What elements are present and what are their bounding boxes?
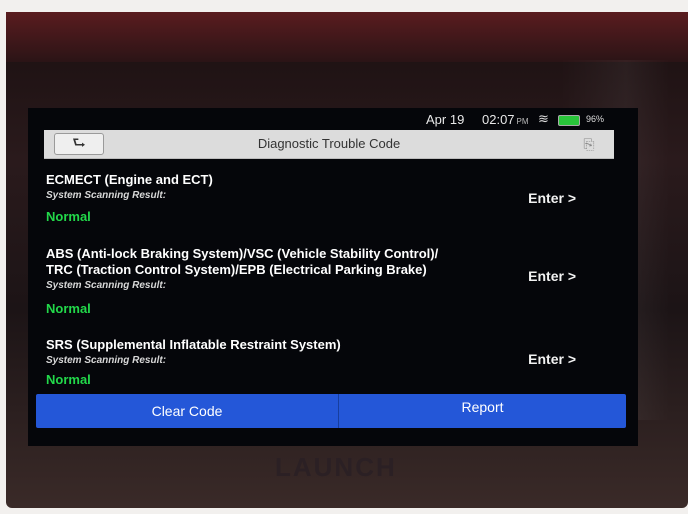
device-top-bezel [6,12,688,62]
scan-result-status: Normal [46,209,91,224]
status-time-value: 02:07 [482,112,515,127]
exit-button[interactable]: ⎘ [576,134,602,154]
page-title: Diagnostic Trouble Code [257,136,401,151]
tablet-screen: Apr 19 02:07 PM ≋ 96% ⮑ Diagnostic Troubl… [28,108,638,446]
system-row-abs: ABS (Anti-lock Braking System)/VSC (Vehi… [46,246,616,316]
enter-button-srs[interactable]: Enter > [528,351,576,367]
system-name: ECMECT (Engine and ECT) [46,172,213,187]
scan-result-status: Normal [46,372,91,387]
exit-icon: ⎘ [583,136,595,152]
scan-result-status: Normal [46,301,91,316]
system-name-line-1: ABS (Anti-lock Braking System)/VSC (Vehi… [46,246,439,261]
system-row-srs: SRS (Supplemental Inflatable Restraint S… [46,337,616,387]
enter-button-abs[interactable]: Enter > [528,268,576,284]
bottom-action-bar: Clear Code Report [36,394,626,428]
status-ampm: PM [516,117,529,126]
system-row-ecmect: ECMECT (Engine and ECT) System Scanning … [46,172,616,224]
enter-button-ecmect[interactable]: Enter > [528,190,576,206]
status-bar: Apr 19 02:07 PM ≋ 96% [28,108,638,130]
clear-code-button[interactable]: Clear Code [36,394,338,428]
battery-icon [558,115,580,126]
report-button[interactable]: Report [339,394,626,428]
status-time: 02:07 PM [482,112,529,127]
battery-percentage: 96% [586,114,605,124]
wifi-icon: ≋ [538,111,549,126]
title-bar: ⮑ Diagnostic Trouble Code ⎘ [44,130,614,159]
device-brand-logo: LAUNCH [275,452,397,482]
status-date: Apr 19 [426,112,465,127]
